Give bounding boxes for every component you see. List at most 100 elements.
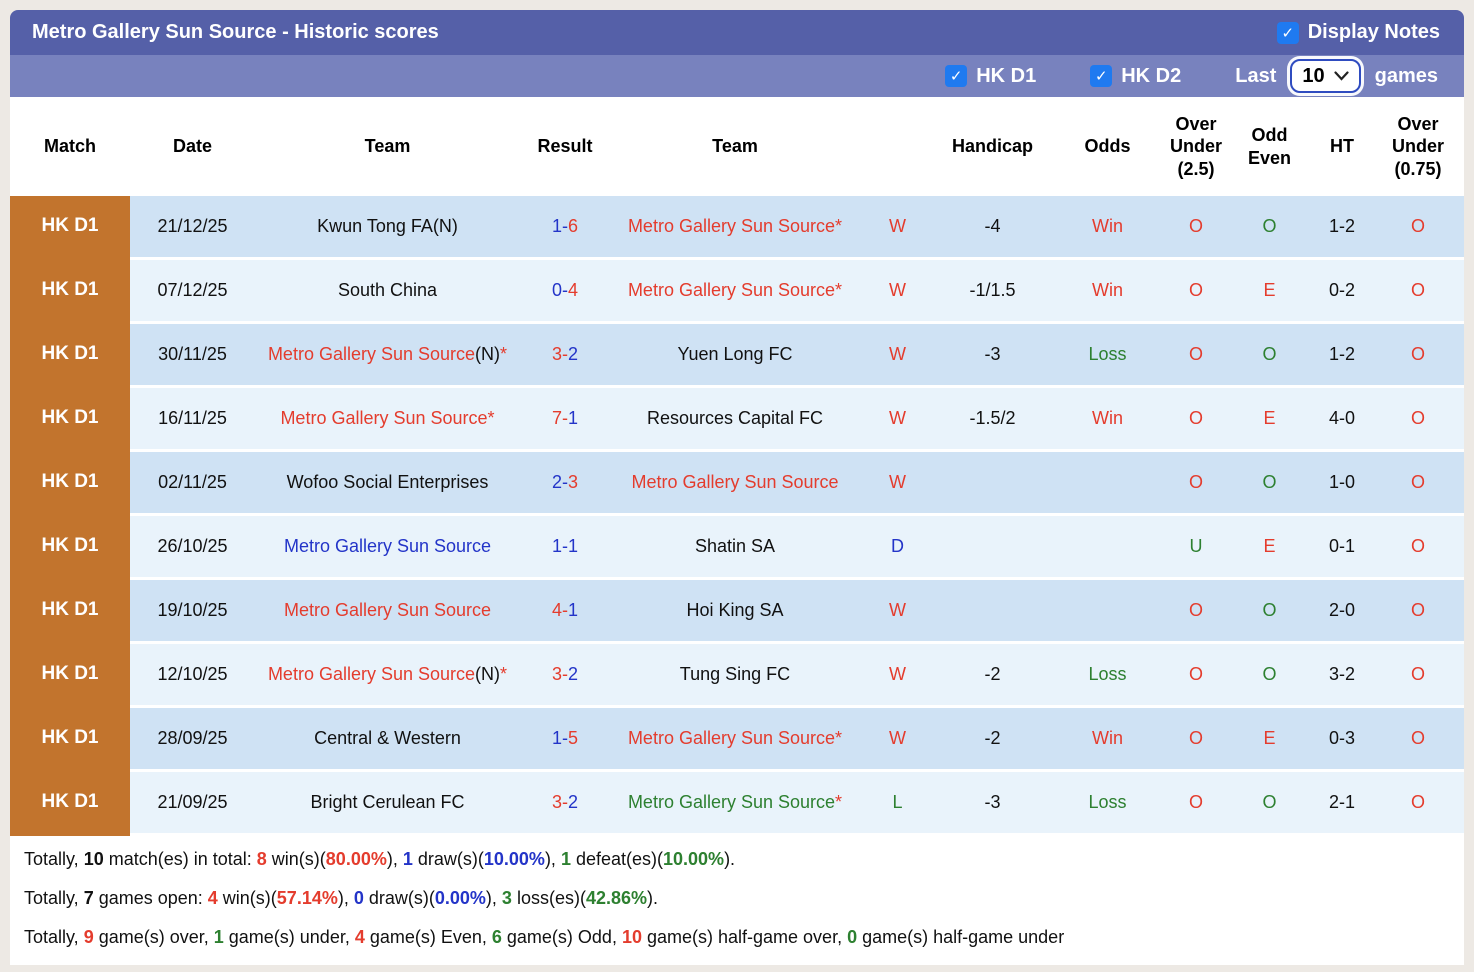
table-row: HK D1 02/11/25 Wofoo Social Enterprises … [10, 452, 1464, 516]
text-segment: game(s) over, [93, 927, 214, 947]
text-segment: O [1410, 471, 1425, 492]
text-segment: (N) [475, 343, 501, 364]
ht-cell: 1-2 [1312, 324, 1372, 388]
match-league-cell: HK D1 [10, 644, 130, 708]
away-team-cell: Hoi King SA [610, 580, 860, 644]
summary: Totally, 10 match(es) in total: 8 win(s)… [10, 836, 1464, 965]
text-segment: 0 [847, 927, 858, 947]
text-segment: Metro Gallery Sun Source [283, 535, 492, 556]
home-team-cell: Metro Gallery Sun Source(N)* [255, 324, 520, 388]
text-segment: O [1410, 727, 1425, 748]
text-segment: game(s) half-game under [857, 927, 1065, 947]
text-segment: Metro Gallery Sun Source [627, 727, 836, 748]
table-header: Match Date Team Result Team Handicap Odd… [10, 97, 1464, 196]
text-segment: 2 [568, 791, 579, 812]
text-segment: Central & Western [314, 727, 461, 748]
home-team-cell: Bright Cerulean FC [255, 772, 520, 836]
over-under-075-cell: O [1372, 516, 1464, 580]
hk-d2-checkbox[interactable]: ✓ [1090, 65, 1113, 87]
result-cell: 7-1 [520, 388, 610, 452]
table-row: HK D1 12/10/25 Metro Gallery Sun Source(… [10, 644, 1464, 708]
text-segment: O [1410, 407, 1425, 428]
text-segment: win(s)( [217, 888, 277, 908]
text-segment: ), [337, 888, 354, 908]
date-cell: 02/11/25 [130, 452, 255, 516]
text-segment: 2 [568, 343, 579, 364]
text-segment: L [892, 791, 903, 812]
league-filter-hk-d1[interactable]: ✓ HK D1 [945, 65, 1036, 88]
handicap-cell: -3 [935, 324, 1050, 388]
text-segment: W [889, 407, 906, 428]
text-segment: E [1263, 535, 1276, 556]
text-segment: Win [1092, 727, 1123, 748]
text-segment: Win [1092, 279, 1123, 300]
text-segment: match(es) in total: [103, 849, 257, 869]
away-team-cell: Yuen Long FC [610, 324, 860, 388]
col-odds: Odds [1050, 97, 1165, 196]
text-segment: 6 [568, 215, 579, 236]
col-over-under-25: Over Under (2.5) [1165, 97, 1227, 196]
text-segment: W [889, 343, 906, 364]
last-games-value: 10 [1302, 64, 1325, 87]
over-under-25-cell: U [1165, 516, 1227, 580]
text-segment: Win [1092, 215, 1123, 236]
odds-cell [1050, 452, 1165, 516]
text-segment: ). [724, 849, 736, 869]
text-segment: game(s) half-game over, [641, 927, 848, 947]
text-segment: O [1410, 343, 1425, 364]
date-cell: 07/12/25 [130, 260, 255, 324]
handicap-cell [935, 516, 1050, 580]
text-segment: Bright Cerulean FC [310, 791, 465, 812]
odds-cell: Loss [1050, 644, 1165, 708]
match-league-cell: HK D1 [10, 708, 130, 772]
text-segment: O [1410, 215, 1425, 236]
text-segment: W [889, 727, 906, 748]
handicap-cell: -1/1.5 [935, 260, 1050, 324]
odds-cell [1050, 580, 1165, 644]
text-segment: U [1189, 535, 1203, 556]
hk-d1-checkbox[interactable]: ✓ [945, 65, 968, 87]
text-segment: 10 [621, 927, 642, 947]
match-league-cell: HK D1 [10, 772, 130, 836]
col-wdl [860, 97, 935, 196]
text-segment: draw(s)( [412, 849, 484, 869]
wdl-cell: W [860, 388, 935, 452]
hk-d2-label: HK D2 [1121, 64, 1182, 87]
wdl-cell: W [860, 260, 935, 324]
table-row: HK D1 19/10/25 Metro Gallery Sun Source … [10, 580, 1464, 644]
text-segment: W [889, 663, 906, 684]
text-segment: ). [647, 888, 659, 908]
wdl-cell: W [860, 196, 935, 260]
odd-even-cell: O [1227, 324, 1312, 388]
odds-cell: Win [1050, 196, 1165, 260]
text-segment: * [500, 343, 508, 364]
display-notes-checkbox[interactable]: ✓ [1276, 21, 1299, 44]
text-segment: O [1188, 471, 1203, 492]
ht-cell: 1-2 [1312, 196, 1372, 260]
league-filter-hk-d2[interactable]: ✓ HK D2 [1090, 65, 1181, 88]
last-games-select[interactable]: 10 [1290, 59, 1361, 93]
text-segment: win(s)( [266, 849, 326, 869]
odd-even-cell: O [1227, 580, 1312, 644]
text-segment: Metro Gallery Sun Source [631, 471, 839, 492]
table-row: HK D1 28/09/25 Central & Western 1-5 Met… [10, 708, 1464, 772]
page-title: Metro Gallery Sun Source - Historic scor… [32, 21, 439, 43]
away-team-cell: Shatin SA [610, 516, 860, 580]
over-under-25-cell: O [1165, 708, 1227, 772]
text-segment: 4 [568, 279, 579, 300]
over-under-075-cell: O [1372, 772, 1464, 836]
col-result: Result [520, 97, 610, 196]
check-icon: ✓ [1094, 68, 1108, 85]
wdl-cell: W [860, 452, 935, 516]
text-segment: Totally, [24, 849, 84, 869]
result-cell: 3-2 [520, 772, 610, 836]
text-segment: Loss [1088, 791, 1127, 812]
text-segment: ), [386, 849, 403, 869]
over-under-25-cell: O [1165, 388, 1227, 452]
display-notes-toggle[interactable]: ✓ Display Notes [1276, 21, 1440, 44]
wdl-cell: W [860, 708, 935, 772]
over-under-075-cell: O [1372, 452, 1464, 516]
summary-line: Totally, 10 match(es) in total: 8 win(s)… [24, 840, 1464, 879]
text-segment: 6 [491, 927, 502, 947]
col-date: Date [130, 97, 255, 196]
